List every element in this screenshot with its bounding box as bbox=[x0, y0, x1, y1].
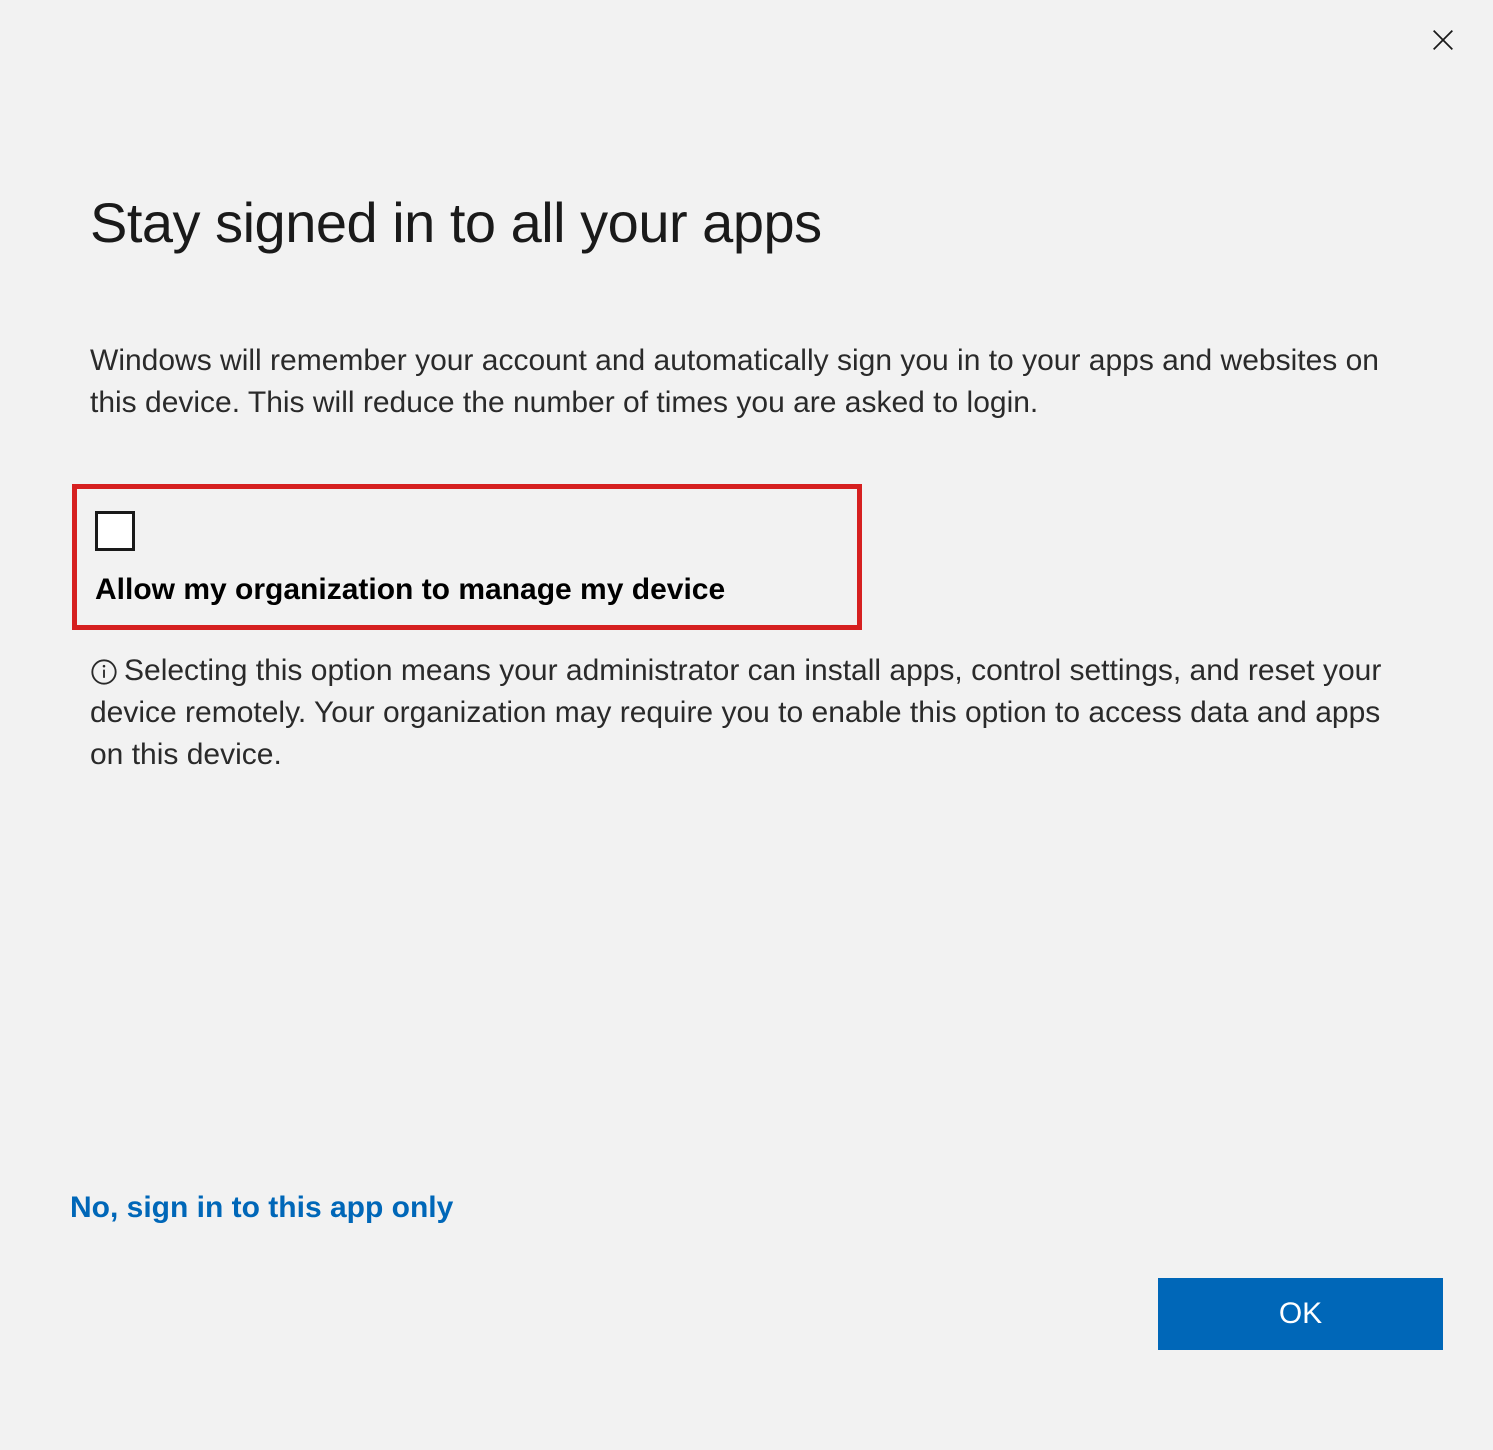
link-section: No, sign in to this app only bbox=[70, 1191, 453, 1225]
dialog-title: Stay signed in to all your apps bbox=[90, 190, 1403, 255]
signin-app-only-link[interactable]: No, sign in to this app only bbox=[70, 1191, 453, 1224]
close-icon bbox=[1429, 26, 1457, 54]
manage-device-checkbox[interactable] bbox=[95, 511, 135, 551]
info-section: Selecting this option means your adminis… bbox=[90, 650, 1403, 776]
dialog-description: Windows will remember your account and a… bbox=[90, 340, 1403, 424]
close-button[interactable] bbox=[1423, 20, 1463, 60]
info-icon bbox=[90, 656, 118, 684]
button-section: OK bbox=[1158, 1278, 1443, 1350]
manage-device-label: Allow my organization to manage my devic… bbox=[95, 573, 839, 607]
ok-button[interactable]: OK bbox=[1158, 1278, 1443, 1350]
dialog-content: Stay signed in to all your apps Windows … bbox=[20, 20, 1473, 776]
manage-device-section: Allow my organization to manage my devic… bbox=[72, 484, 862, 630]
signin-dialog: Stay signed in to all your apps Windows … bbox=[0, 0, 1493, 1450]
checkbox-row: Allow my organization to manage my devic… bbox=[95, 511, 839, 607]
info-text: Selecting this option means your adminis… bbox=[90, 654, 1381, 771]
